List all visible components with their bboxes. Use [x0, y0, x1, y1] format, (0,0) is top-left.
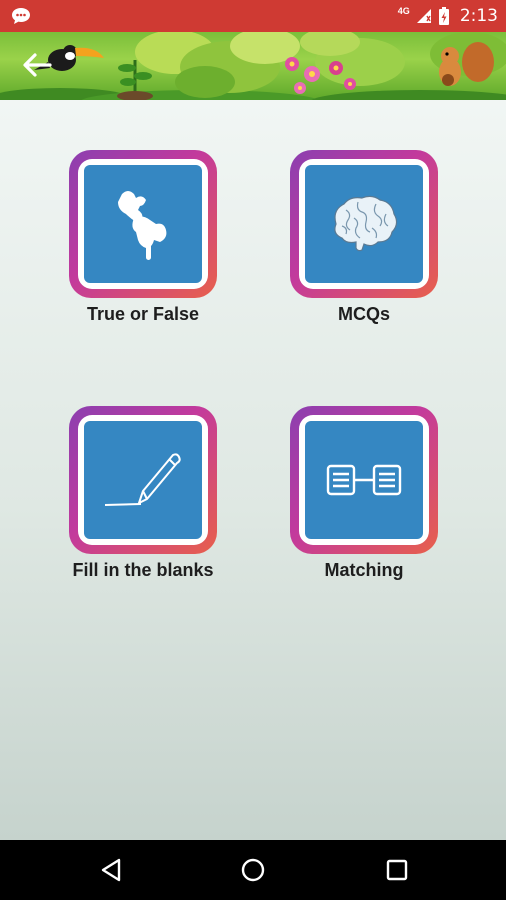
matching-link-icon [326, 464, 402, 496]
fill-in-the-blanks-button[interactable] [69, 406, 217, 554]
home-circle-icon[interactable] [240, 857, 266, 883]
clock: 2:13 [459, 6, 498, 26]
tile-label: Matching [324, 560, 404, 580]
jungle-illustration [0, 32, 506, 100]
tile-mcqs[interactable]: MCQs [274, 150, 454, 325]
tile-label: True or False [86, 304, 200, 324]
quiz-type-menu: True or False MCQs Fill in the blanks Ma… [0, 100, 506, 840]
tile-label: Fill in the blanks [72, 560, 214, 580]
mcqs-button[interactable] [290, 150, 438, 298]
header-banner [0, 32, 506, 100]
back-arrow-icon[interactable] [22, 52, 52, 78]
tile-label: MCQs [337, 304, 390, 324]
tile-fill-in-the-blanks[interactable]: Fill in the blanks [53, 406, 233, 581]
network-type: 4G [397, 6, 410, 16]
signal-icon [416, 9, 431, 23]
recents-square-icon[interactable] [384, 857, 410, 883]
pencil-line-icon [104, 453, 181, 506]
puzzle-hands-icon [118, 191, 167, 260]
tile-true-or-false[interactable]: True or False [53, 150, 233, 325]
matching-button[interactable] [290, 406, 438, 554]
brain-icon [334, 195, 398, 252]
back-triangle-icon[interactable] [98, 857, 124, 883]
chat-notification-icon [12, 8, 30, 24]
system-nav-bar [0, 840, 506, 900]
tile-matching[interactable]: Matching [274, 406, 454, 581]
status-bar: 4G 2:13 [0, 0, 506, 32]
true-or-false-button[interactable] [69, 150, 217, 298]
battery-charging-icon [438, 7, 449, 25]
